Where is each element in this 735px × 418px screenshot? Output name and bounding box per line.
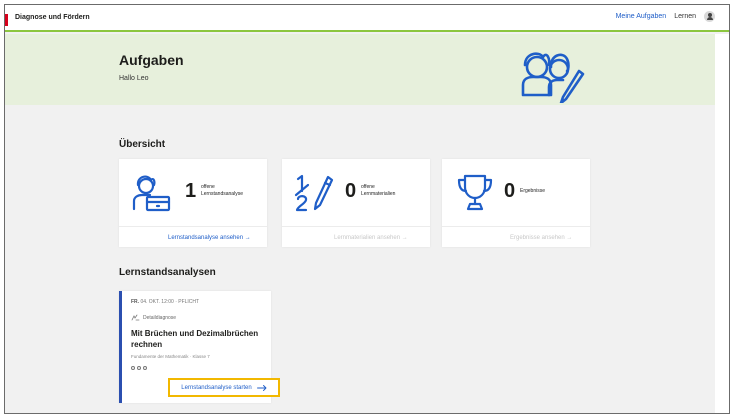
analyses-title: Lernstandsanalysen [119,267,216,278]
analysis-due-date: FR. 04. OKT. 12:00 · PFLICHT [131,299,199,305]
card-divider [282,226,430,227]
scrollbar-track[interactable] [715,34,729,413]
student-desk-icon [132,175,171,212]
progress-dots [131,366,147,370]
app-window: Diagnose und Fördern Meine Aufgaben Lern… [4,4,730,414]
view-materials-link[interactable]: Lernmaterialien ansehen → [334,235,408,241]
results-count: 0 [504,180,516,202]
open-materials-count: 0 [345,180,357,202]
greeting: Hallo Leo [119,75,149,82]
card-divider [119,226,267,227]
card-divider [442,226,590,227]
overview-title: Übersicht [119,139,166,150]
open-materials-label: offene Lernmaterialien [361,184,395,198]
analysis-due-datetime: 04. OKT. 12:00 · PFLICHT [140,299,200,305]
analysis-meta: Fundamente der Mathematik · Klasse 7 [131,354,210,359]
open-analyses-label-line1: offene [201,184,215,190]
open-materials-card[interactable]: 0 offene Lernmaterialien Lernmaterialien… [282,159,430,247]
progress-dot [137,366,141,370]
arrow-right-icon [256,384,267,391]
fraction-pencil-icon [294,174,334,212]
students-pencil-icon [521,52,585,103]
top-nav: Meine Aufgaben Lernen [616,11,715,22]
nav-my-tasks[interactable]: Meine Aufgaben [616,13,667,20]
progress-dot [143,366,147,370]
analysis-due-day: FR. [131,299,140,305]
brand-mark [5,14,8,26]
top-bar: Diagnose und Fördern Meine Aufgaben Lern… [5,5,729,32]
main-content: Übersicht 1 offene Lernstandsanalyse Ler… [5,105,715,413]
view-results-link[interactable]: Ergebnisse ansehen → [510,235,572,241]
analysis-type: Detaildiagnose [131,314,176,321]
analysis-type-label: Detaildiagnose [143,314,177,321]
open-analyses-count: 1 [185,180,197,202]
user-icon[interactable] [704,11,715,22]
progress-dot [131,366,135,370]
analysis-card[interactable]: FR. 04. OKT. 12:00 · PFLICHT Detaildiagn… [119,291,280,403]
analysis-title: Mit Brüchen und Dezimalbrüchen rechnen [131,329,259,349]
detail-diagnosis-icon [131,314,140,321]
open-analyses-card[interactable]: 1 offene Lernstandsanalyse Lernstandsana… [119,159,267,247]
open-materials-label-line2: Lernmaterialien [361,191,396,197]
nav-learn[interactable]: Lernen [674,13,696,20]
page-title: Aufgaben [119,52,184,68]
start-analysis-label: Lernstandsanalyse starten [181,384,252,391]
results-card[interactable]: 0 Ergebnisse Ergebnisse ansehen → [442,159,590,247]
trophy-icon [457,174,493,211]
open-materials-label-line1: offene [361,184,375,190]
open-analyses-label-line2: Lernstandsanalyse [201,191,243,197]
start-analysis-button[interactable]: Lernstandsanalyse starten [168,378,280,397]
open-analyses-label: offene Lernstandsanalyse [201,184,243,198]
results-label: Ergebnisse [520,188,546,194]
brand-title[interactable]: Diagnose und Fördern [15,14,90,21]
hero-banner: Aufgaben Hallo Leo [5,34,715,105]
view-analyses-link[interactable]: Lernstandsanalyse ansehen → [168,235,251,241]
